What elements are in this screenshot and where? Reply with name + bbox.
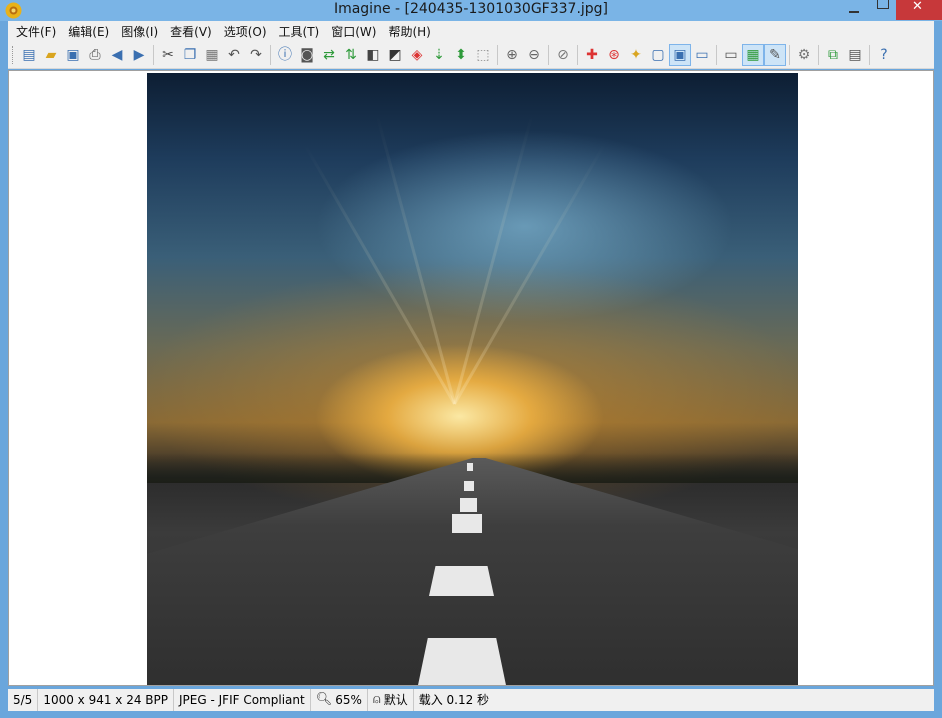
cut-icon[interactable]: ✂ xyxy=(157,44,179,66)
copy-icon[interactable]: ❐ xyxy=(179,44,201,66)
road-sunset-photo xyxy=(147,73,798,685)
window-icon[interactable]: ▢ xyxy=(647,44,669,66)
redo-icon[interactable]: ↷ xyxy=(245,44,267,66)
minimize-button[interactable] xyxy=(840,0,868,20)
lane-marking xyxy=(460,498,477,512)
settings-icon[interactable]: ⚙ xyxy=(793,44,815,66)
light-ray xyxy=(453,113,534,405)
help-icon[interactable]: ? xyxy=(873,44,895,66)
toolbar: ▤ ▰ ▣ ⎙ ◀ ▶ ✂ ❐ ▦ ↶ ↷ ⓘ ◙ ⇄ ⇅ ◧ ◩ ◈ ⇣ ⬍ … xyxy=(8,42,934,69)
image-viewport[interactable] xyxy=(8,70,934,686)
magic-wand-icon[interactable]: ✦ xyxy=(625,44,647,66)
menu-window[interactable]: 窗口(W) xyxy=(325,22,382,42)
slideshow-icon[interactable]: ⊛ xyxy=(603,44,625,66)
close-button[interactable] xyxy=(896,0,942,20)
prev-arrow-icon[interactable]: ◀ xyxy=(106,44,128,66)
toolbar-separator xyxy=(497,45,498,65)
menu-options[interactable]: 选项(O) xyxy=(218,22,273,42)
toolbar-separator xyxy=(716,45,717,65)
mouse-icon: ⍝ xyxy=(372,692,381,707)
title-bar[interactable]: Imagine - [240435-1301030GF337.jpg] xyxy=(0,0,942,21)
tile-icon[interactable]: ▭ xyxy=(691,44,713,66)
toolbar-grip[interactable] xyxy=(12,46,15,64)
grayscale-icon[interactable]: ◧ xyxy=(362,44,384,66)
save-icon[interactable]: ▣ xyxy=(62,44,84,66)
maximize-button[interactable] xyxy=(868,0,896,20)
fullscreen-icon[interactable]: ▣ xyxy=(669,44,691,66)
resize-icon[interactable]: ⬍ xyxy=(450,44,472,66)
color-icon[interactable]: ◈ xyxy=(406,44,428,66)
undo-icon[interactable]: ↶ xyxy=(223,44,245,66)
menu-help[interactable]: 帮助(H) xyxy=(382,22,436,42)
actual-size-icon[interactable]: ✚ xyxy=(581,44,603,66)
status-dimensions: 1000 x 941 x 24 BPP xyxy=(38,689,175,711)
monitor-icon[interactable]: ▭ xyxy=(720,44,742,66)
info-icon[interactable]: ⓘ xyxy=(274,44,296,66)
lane-marking xyxy=(417,638,507,685)
rotate-icon[interactable]: ⇄ xyxy=(318,44,340,66)
zoom-fit-icon[interactable]: ⊘ xyxy=(552,44,574,66)
light-ray xyxy=(303,143,456,405)
screenshot-icon[interactable]: ▤ xyxy=(844,44,866,66)
status-load-time: 载入 0.12 秒 xyxy=(418,693,490,707)
next-arrow-icon[interactable]: ▶ xyxy=(128,44,150,66)
lane-marking xyxy=(464,481,474,491)
zoom-in-icon[interactable]: ⊕ xyxy=(501,44,523,66)
lane-marking xyxy=(429,566,494,596)
toolbar-separator xyxy=(789,45,790,65)
window-title: Imagine - [240435-1301030GF337.jpg] xyxy=(333,1,609,17)
light-ray xyxy=(375,113,456,405)
menu-file[interactable]: 文件(F) xyxy=(10,22,62,42)
menu-tools[interactable]: 工具(T) xyxy=(273,22,326,42)
lane-marking xyxy=(467,463,473,471)
camera-icon[interactable]: ◙ xyxy=(296,44,318,66)
lane-marking xyxy=(452,514,482,533)
light-ray xyxy=(453,143,606,405)
zoom-out-icon[interactable]: ⊖ xyxy=(523,44,545,66)
new-icon[interactable]: ▤ xyxy=(18,44,40,66)
status-mode-cell[interactable]: ⍝ 默认 xyxy=(368,689,414,711)
toolbar-separator xyxy=(270,45,271,65)
menu-bar: 文件(F) 编辑(E) 图像(I) 查看(V) 选项(O) 工具(T) 窗口(W… xyxy=(8,21,934,42)
paste-icon[interactable]: ▦ xyxy=(201,44,223,66)
thumbnails-icon[interactable]: ▦ xyxy=(742,44,764,66)
toolbar-separator xyxy=(869,45,870,65)
toolbar-separator xyxy=(818,45,819,65)
status-zoom-cell[interactable]: 🔍︎ 65% xyxy=(311,689,368,711)
print-icon[interactable]: ⎙ xyxy=(84,44,106,66)
adjust-icon[interactable]: ◩ xyxy=(384,44,406,66)
app-window: Imagine - [240435-1301030GF337.jpg] 文件(F… xyxy=(0,0,942,718)
zoom-magnifier-icon: 🔍︎ xyxy=(315,692,333,707)
toolbar-separator xyxy=(548,45,549,65)
menu-view[interactable]: 查看(V) xyxy=(164,22,218,42)
crop-icon[interactable]: ⬚ xyxy=(472,44,494,66)
toolbar-separator xyxy=(577,45,578,65)
status-format: JPEG - JFIF Compliant xyxy=(174,689,311,711)
flip-icon[interactable]: ⇅ xyxy=(340,44,362,66)
open-folder-icon[interactable]: ▰ xyxy=(40,44,62,66)
status-zoom: 65% xyxy=(335,693,362,707)
status-bar: 5/5 1000 x 941 x 24 BPP JPEG - JFIF Comp… xyxy=(8,689,934,711)
menu-image[interactable]: 图像(I) xyxy=(115,22,164,42)
toolbar-separator xyxy=(153,45,154,65)
status-mode: 默认 xyxy=(383,693,408,707)
menu-edit[interactable]: 编辑(E) xyxy=(62,22,115,42)
brush-icon[interactable]: ✎ xyxy=(764,44,786,66)
effects-icon[interactable]: ⇣ xyxy=(428,44,450,66)
status-position: 5/5 xyxy=(8,689,39,711)
plugin-icon[interactable]: ⧉ xyxy=(822,44,844,66)
